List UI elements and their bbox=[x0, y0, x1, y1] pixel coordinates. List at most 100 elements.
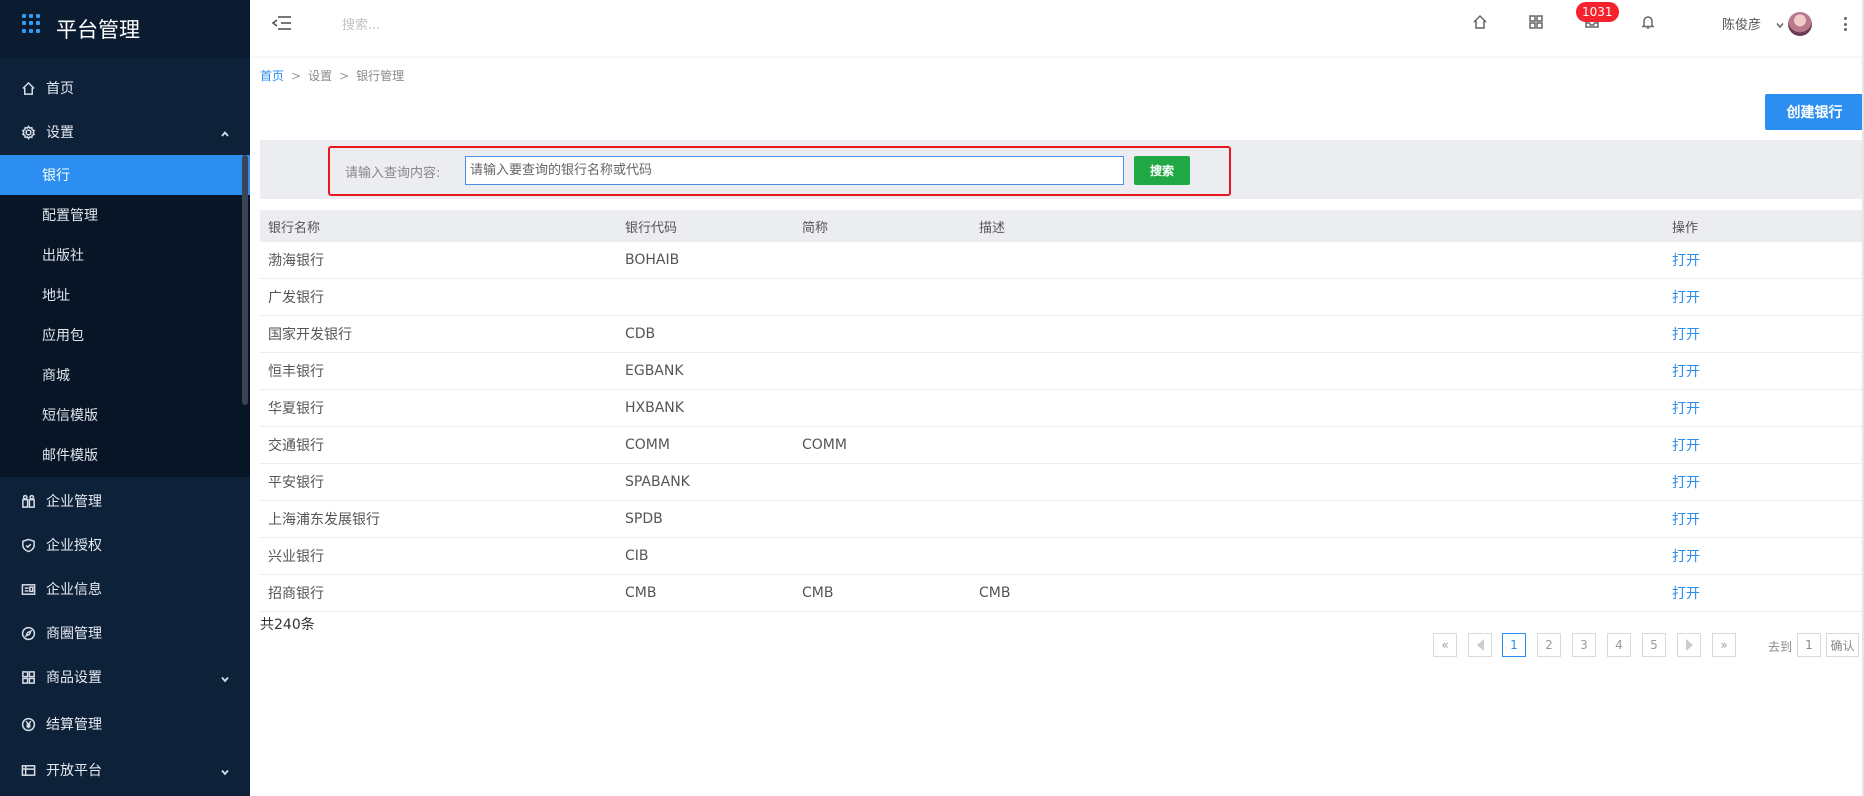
sidebar-subitem-mall[interactable]: 商城 bbox=[0, 355, 250, 395]
bank-table: 银行名称 银行代码 简称 描述 操作 渤海银行 BOHAIB 打开 广发银行 打开 国家开… bbox=[260, 210, 1864, 612]
next-page-button[interactable] bbox=[1677, 633, 1701, 657]
sidebar-item-home[interactable]: 首页 bbox=[0, 66, 250, 110]
sidebar-subitem-label: 银行 bbox=[42, 168, 70, 184]
goto-confirm-button[interactable]: 确认 bbox=[1826, 633, 1859, 657]
sidebar-item-settlement[interactable]: 结算管理 bbox=[0, 702, 250, 746]
sidebar-item-label: 结算管理 bbox=[46, 717, 102, 733]
chevron-down-icon bbox=[220, 765, 230, 776]
sidebar-item-label: 商品设置 bbox=[46, 670, 102, 686]
open-link[interactable]: 打开 bbox=[1672, 538, 1700, 574]
open-link[interactable]: 打开 bbox=[1672, 464, 1700, 500]
create-bank-button[interactable]: 创建银行 bbox=[1765, 94, 1864, 130]
settings-submenu: 银行 配置管理 出版社 地址 应用包 商城 短信模版 邮件模版 bbox=[0, 155, 250, 477]
sidebar-item-business-district[interactable]: 商圈管理 bbox=[0, 611, 250, 655]
sidebar-item-settings[interactable]: 设置 bbox=[0, 110, 250, 154]
cell-bank-code: CDB bbox=[625, 326, 656, 342]
search-button[interactable]: 搜索 bbox=[1134, 156, 1190, 185]
open-link[interactable]: 打开 bbox=[1672, 242, 1700, 278]
sidebar-item-label: 企业信息 bbox=[46, 582, 102, 598]
sidebar-item-label: 企业管理 bbox=[46, 494, 102, 510]
user-name[interactable]: 陈俊彦 bbox=[1722, 14, 1761, 33]
last-page-button[interactable]: » bbox=[1712, 633, 1736, 657]
cell-bank-code: HXBANK bbox=[625, 400, 684, 416]
cell-description: CMB bbox=[979, 585, 1011, 601]
bank-search-input[interactable] bbox=[465, 156, 1124, 185]
sidebar-item-open-platform[interactable]: 开放平台 bbox=[0, 748, 250, 792]
page-2-button[interactable]: 2 bbox=[1537, 633, 1561, 657]
cell-short-name: CMB bbox=[802, 585, 834, 601]
breadcrumb-current: 银行管理 bbox=[356, 69, 405, 83]
sidebar-subitem-publisher[interactable]: 出版社 bbox=[0, 235, 250, 275]
page-5-button[interactable]: 5 bbox=[1642, 633, 1666, 657]
open-link[interactable]: 打开 bbox=[1672, 427, 1700, 463]
column-header-operation: 操作 bbox=[1672, 220, 1699, 236]
goto-page-input[interactable] bbox=[1797, 633, 1821, 657]
cell-bank-name: 兴业银行 bbox=[268, 549, 324, 565]
apps-icon[interactable] bbox=[1528, 14, 1546, 32]
sidebar-item-label: 企业授权 bbox=[46, 538, 102, 554]
table-row: 招商银行 CMB CMB CMB 打开 bbox=[260, 575, 1864, 612]
goto-label: 去到 bbox=[1768, 640, 1793, 654]
sidebar-item-label: 首页 bbox=[46, 81, 74, 97]
home-icon bbox=[20, 80, 36, 96]
sidebar-item-enterprise-info[interactable]: 企业信息 bbox=[0, 567, 250, 611]
home-icon[interactable] bbox=[1472, 14, 1490, 32]
sidebar: 平台管理 首页 设置 银行 配置管理 出版社 地址 应用包 商城 短信模版 邮件… bbox=[0, 0, 250, 796]
sidebar-item-label: 商圈管理 bbox=[46, 626, 102, 642]
notification-count-badge: 1031 bbox=[1576, 2, 1619, 22]
id-card-icon bbox=[20, 581, 36, 597]
breadcrumb-separator: > bbox=[339, 69, 350, 83]
open-link[interactable]: 打开 bbox=[1672, 575, 1700, 611]
column-header-name: 银行名称 bbox=[268, 220, 321, 236]
breadcrumb-home-link[interactable]: 首页 bbox=[260, 69, 284, 83]
sidebar-subitem-config[interactable]: 配置管理 bbox=[0, 195, 250, 235]
logo[interactable]: 平台管理 bbox=[0, 0, 250, 57]
cell-bank-code: CMB bbox=[625, 585, 657, 601]
menu-collapse-icon[interactable] bbox=[271, 14, 294, 34]
global-search-input[interactable] bbox=[342, 14, 602, 36]
prev-page-button[interactable] bbox=[1468, 633, 1492, 657]
shield-check-icon bbox=[20, 537, 36, 553]
sidebar-subitem-label: 出版社 bbox=[42, 248, 84, 264]
chevron-down-icon[interactable] bbox=[1775, 18, 1785, 29]
first-page-button[interactable]: « bbox=[1433, 633, 1457, 657]
grid-icon bbox=[20, 669, 36, 685]
cell-bank-name: 交通银行 bbox=[268, 438, 324, 454]
search-label: 请输入查询内容: bbox=[345, 166, 441, 181]
list-icon bbox=[20, 762, 36, 778]
sidebar-scrollbar[interactable] bbox=[242, 155, 248, 405]
open-link[interactable]: 打开 bbox=[1672, 353, 1700, 389]
sidebar-item-authorization[interactable]: 企业授权 bbox=[0, 523, 250, 567]
open-link[interactable]: 打开 bbox=[1672, 501, 1700, 537]
breadcrumb-settings[interactable]: 设置 bbox=[308, 69, 332, 83]
prev-arrow-icon bbox=[1476, 639, 1484, 651]
sidebar-subitem-sms-template[interactable]: 短信模版 bbox=[0, 395, 250, 435]
sidebar-subitem-address[interactable]: 地址 bbox=[0, 275, 250, 315]
sidebar-subitem-bank[interactable]: 银行 bbox=[0, 155, 250, 195]
sidebar-subitem-label: 商城 bbox=[42, 368, 70, 384]
open-link[interactable]: 打开 bbox=[1672, 279, 1700, 315]
sidebar-subitem-mail-template[interactable]: 邮件模版 bbox=[0, 435, 250, 475]
bell-icon[interactable] bbox=[1640, 14, 1658, 32]
cell-bank-name: 上海浦东发展银行 bbox=[268, 512, 380, 528]
cell-bank-code: BOHAIB bbox=[625, 252, 680, 268]
cell-short-name: COMM bbox=[802, 437, 847, 453]
sidebar-item-product-settings[interactable]: 商品设置 bbox=[0, 655, 250, 699]
page-1-button[interactable]: 1 bbox=[1502, 633, 1526, 657]
table-header-row: 银行名称 银行代码 简称 描述 操作 bbox=[260, 210, 1864, 242]
table-row: 兴业银行 CIB 打开 bbox=[260, 538, 1864, 575]
open-link[interactable]: 打开 bbox=[1672, 316, 1700, 352]
page-4-button[interactable]: 4 bbox=[1607, 633, 1631, 657]
column-header-short: 简称 bbox=[802, 220, 829, 236]
top-header: 1031 陈俊彦 bbox=[250, 0, 1864, 56]
avatar[interactable] bbox=[1788, 12, 1812, 36]
page-3-button[interactable]: 3 bbox=[1572, 633, 1596, 657]
sidebar-item-enterprise[interactable]: 企业管理 bbox=[0, 479, 250, 523]
sidebar-subitem-app-package[interactable]: 应用包 bbox=[0, 315, 250, 355]
cell-bank-name: 招商银行 bbox=[268, 586, 324, 602]
open-link[interactable]: 打开 bbox=[1672, 390, 1700, 426]
table-body: 渤海银行 BOHAIB 打开 广发银行 打开 国家开发银行 CDB 打开 恒丰银行 EGBANK 打… bbox=[260, 242, 1864, 612]
table-row: 渤海银行 BOHAIB 打开 bbox=[260, 242, 1864, 279]
chevron-down-icon bbox=[220, 672, 230, 683]
more-vertical-icon[interactable] bbox=[1840, 14, 1850, 34]
